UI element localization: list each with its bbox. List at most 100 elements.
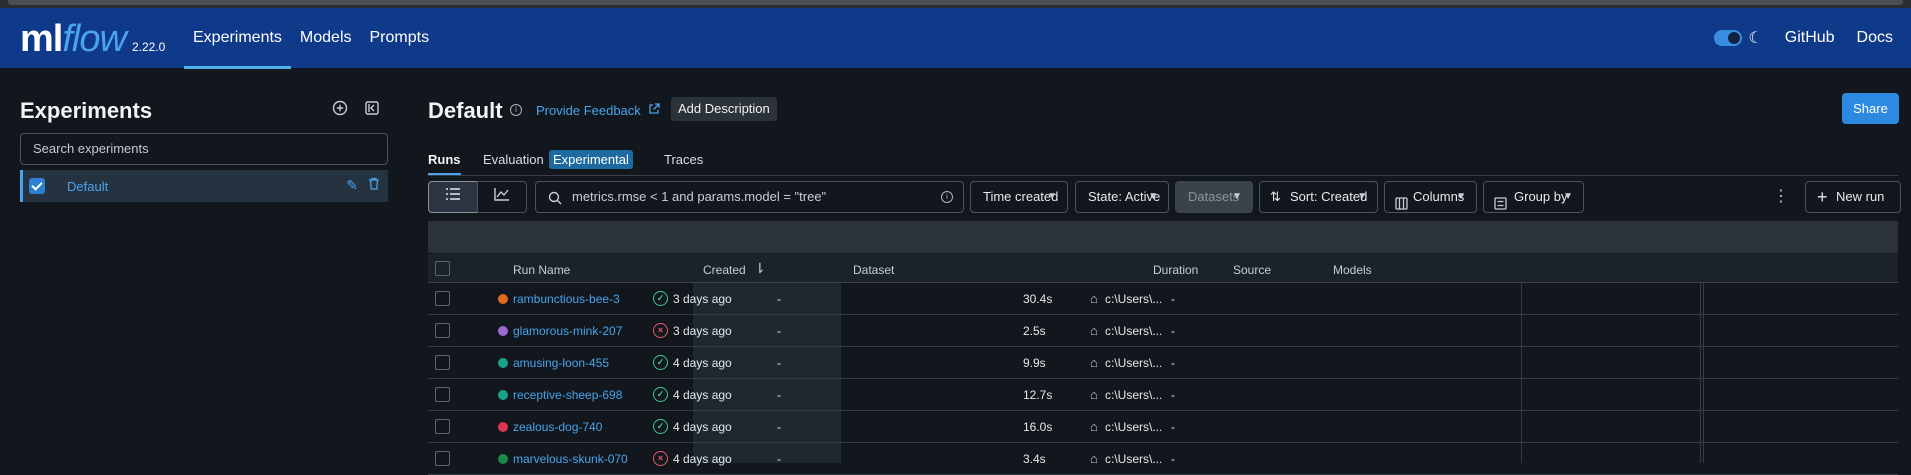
experiment-tabs: Runs Evaluation Traces: [428, 148, 1898, 176]
table-divider: [1703, 283, 1704, 463]
created-value: 4 days ago: [673, 388, 732, 402]
home-icon: ⌂: [1090, 291, 1098, 306]
theme-toggle[interactable]: [1714, 30, 1743, 46]
chevron-down-icon: ▼: [1456, 191, 1466, 202]
run-color-dot[interactable]: [498, 390, 508, 400]
run-name-link[interactable]: amusing-loon-455: [513, 356, 609, 370]
add-experiment-icon[interactable]: [330, 100, 350, 120]
source-value[interactable]: c:\Users\...: [1105, 452, 1162, 466]
row-checkbox[interactable]: [435, 355, 450, 370]
experimental-badge: Experimental: [549, 150, 633, 169]
group-by-dropdown[interactable]: Group by ▼: [1483, 181, 1584, 213]
row-checkbox[interactable]: [435, 451, 450, 466]
more-options-icon[interactable]: ⋮: [1773, 181, 1789, 213]
add-description-button[interactable]: Add Description: [671, 97, 777, 121]
main-nav: Experiments Models Prompts: [184, 8, 439, 69]
source-value[interactable]: c:\Users\...: [1105, 420, 1162, 434]
run-color-dot[interactable]: [498, 422, 508, 432]
table-row[interactable]: receptive-sheep-698 ✓ 4 days ago - 12.7s ⌂ c:\…: [428, 379, 1898, 411]
models-value: -: [1171, 356, 1175, 370]
collapse-sidebar-icon[interactable]: [362, 100, 382, 120]
browser-top-strip: [0, 0, 1911, 8]
nav-prompts[interactable]: Prompts: [361, 8, 439, 68]
runs-search-input[interactable]: metrics.rmse < 1 and params.model = "tre…: [535, 181, 964, 213]
run-name-link[interactable]: rambunctious-bee-3: [513, 292, 620, 306]
run-color-dot[interactable]: [498, 294, 508, 304]
dataset-value: -: [777, 292, 781, 306]
state-dropdown[interactable]: State: Active ▼: [1075, 181, 1169, 213]
duration-value: 12.7s: [1023, 388, 1053, 402]
feedback-label: Provide Feedback: [536, 103, 641, 118]
col-duration[interactable]: Duration: [1153, 263, 1198, 277]
run-color-dot[interactable]: [498, 326, 508, 336]
row-checkbox[interactable]: [435, 323, 450, 338]
dataset-value: -: [777, 324, 781, 338]
table-row[interactable]: marvelous-skunk-070 × 4 days ago - 3.4s ⌂ c:\U…: [428, 443, 1898, 475]
run-name-link[interactable]: zealous-dog-740: [513, 420, 602, 434]
chart-view-button[interactable]: [477, 181, 527, 213]
page-title: Default: [428, 98, 503, 123]
info-icon[interactable]: i: [510, 104, 522, 116]
sort-label: Sort: Created: [1290, 189, 1368, 204]
github-link[interactable]: GitHub: [1785, 29, 1835, 47]
search-query-text: metrics.rmse < 1 and params.model = "tre…: [572, 189, 827, 204]
col-run-name[interactable]: Run Name: [513, 263, 570, 277]
datasets-dropdown[interactable]: Datasets ▼: [1175, 181, 1253, 213]
col-created[interactable]: Created: [703, 263, 746, 277]
provide-feedback-link[interactable]: Provide Feedback: [536, 103, 661, 118]
search-info-icon[interactable]: i: [941, 191, 953, 203]
row-checkbox[interactable]: [435, 419, 450, 434]
run-name-link[interactable]: glamorous-mink-207: [513, 324, 622, 338]
list-view-button[interactable]: [428, 181, 478, 213]
status-icon: ×: [653, 323, 668, 338]
mlflow-logo[interactable]: ml flow 2.22.0: [20, 18, 165, 61]
row-checkbox[interactable]: [435, 291, 450, 306]
docs-link[interactable]: Docs: [1857, 29, 1893, 47]
experiment-item-default[interactable]: Default ✎: [20, 170, 388, 202]
home-icon: ⌂: [1090, 451, 1098, 466]
col-source[interactable]: Source: [1233, 263, 1271, 277]
share-button[interactable]: Share: [1842, 93, 1899, 124]
app-header: ml flow 2.22.0 Experiments Models Prompts …: [0, 8, 1911, 69]
chevron-down-icon: ▼: [1357, 191, 1367, 202]
chart-icon: [494, 188, 509, 201]
source-value[interactable]: c:\Users\...: [1105, 356, 1162, 370]
tab-runs[interactable]: Runs: [428, 152, 461, 175]
new-run-label: New run: [1836, 189, 1885, 204]
nav-experiments[interactable]: Experiments: [184, 8, 291, 69]
edit-icon[interactable]: ✎: [346, 177, 358, 194]
run-name-link[interactable]: marvelous-skunk-070: [513, 452, 628, 466]
experiment-name[interactable]: Default: [67, 179, 108, 194]
trash-icon[interactable]: [368, 177, 380, 193]
experiment-checkbox[interactable]: [29, 178, 45, 194]
col-dataset[interactable]: Dataset: [853, 263, 894, 277]
source-value[interactable]: c:\Users\...: [1105, 388, 1162, 402]
list-icon: [446, 188, 460, 200]
source-value[interactable]: c:\Users\...: [1105, 292, 1162, 306]
select-all-checkbox[interactable]: [435, 261, 450, 276]
status-icon: ✓: [653, 387, 668, 402]
columns-dropdown[interactable]: Columns ▼: [1384, 181, 1477, 213]
search-experiments-input[interactable]: Search experiments: [20, 133, 388, 165]
table-row[interactable]: zealous-dog-740 ✓ 4 days ago - 16.0s ⌂ c:\User…: [428, 411, 1898, 443]
new-run-button[interactable]: + New run: [1805, 181, 1901, 213]
sort-icon: ⇅: [1270, 189, 1281, 204]
moon-icon: ☾: [1748, 30, 1763, 47]
source-value[interactable]: c:\Users\...: [1105, 324, 1162, 338]
table-row[interactable]: amusing-loon-455 ✓ 4 days ago - 9.9s ⌂ c:\User…: [428, 347, 1898, 379]
table-divider: [1521, 283, 1522, 463]
table-row[interactable]: rambunctious-bee-3 ✓ 3 days ago - 30.4s ⌂ c:\U…: [428, 283, 1898, 315]
table-group-header: [428, 221, 1898, 253]
col-models[interactable]: Models: [1333, 263, 1372, 277]
row-checkbox[interactable]: [435, 387, 450, 402]
time-created-dropdown[interactable]: Time created ▼: [970, 181, 1068, 213]
run-name-link[interactable]: receptive-sheep-698: [513, 388, 622, 402]
tab-evaluation[interactable]: Evaluation: [483, 152, 544, 167]
tab-traces[interactable]: Traces: [664, 152, 703, 167]
table-row[interactable]: glamorous-mink-207 × 3 days ago - 2.5s ⌂ c:\Us…: [428, 315, 1898, 347]
sort-desc-icon[interactable]: ⇂: [754, 260, 766, 277]
sort-dropdown[interactable]: ⇅ Sort: Created ▼: [1259, 181, 1378, 213]
run-color-dot[interactable]: [498, 358, 508, 368]
dataset-value: -: [777, 388, 781, 402]
nav-models[interactable]: Models: [291, 8, 361, 68]
